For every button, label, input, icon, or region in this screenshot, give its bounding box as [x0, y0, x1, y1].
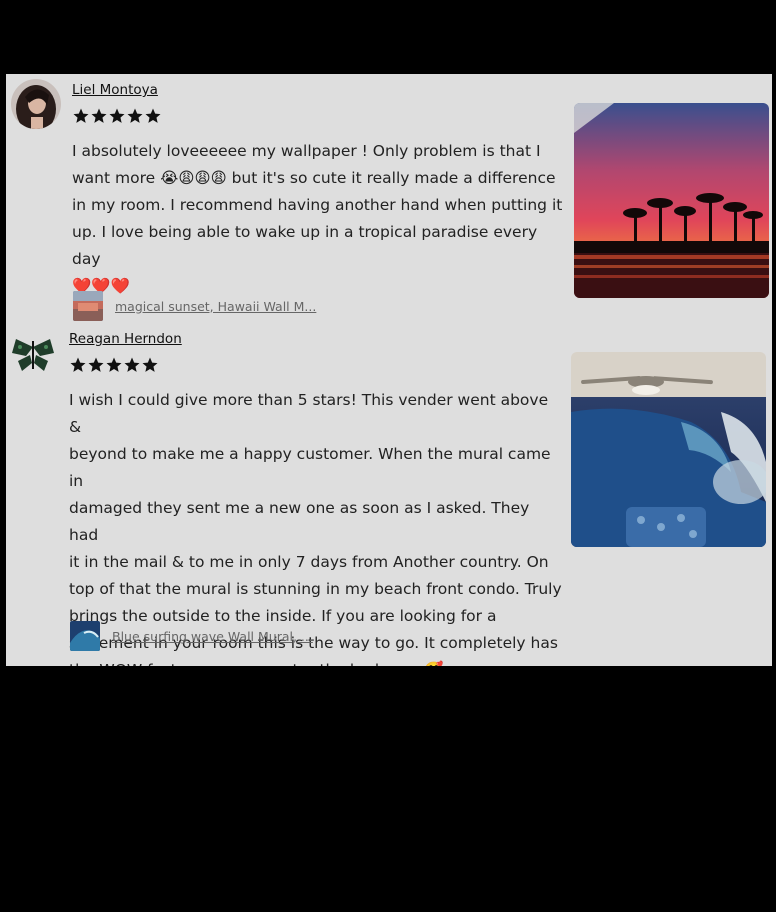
review-text-line: beyond to make me a happy customer. When…: [69, 445, 551, 490]
review-text-line: I absolutely loveeeeee my wallpaper ! On…: [72, 142, 541, 160]
star-icon: [109, 108, 125, 123]
star-icon: [91, 108, 107, 123]
reviews-panel: Liel Montoya I absolutely loveeeeee my w…: [6, 74, 772, 666]
reviewer-name[interactable]: Liel Montoya: [72, 82, 158, 98]
reviewer-avatar[interactable]: [8, 329, 58, 379]
listing-link[interactable]: Blue surfing wave Wall Mural, ...: [70, 621, 313, 651]
review-text-line: I wish I could give more than 5 stars! T…: [69, 391, 549, 436]
review-text-line: damaged they sent me a new one as soon a…: [69, 499, 530, 544]
star-icon: [142, 357, 158, 372]
star-rating: [72, 107, 162, 125]
review-card: Reagan Herndon I wish I could give more …: [6, 324, 772, 666]
reviewer-avatar[interactable]: [11, 79, 61, 129]
review-text-line: the WOW factor once you enter the bedroo…: [69, 657, 563, 666]
star-rating: [69, 356, 159, 374]
listing-title: Blue surfing wave Wall Mural, ...: [112, 628, 313, 644]
review-card: Liel Montoya I absolutely loveeeeee my w…: [6, 74, 772, 324]
listing-link[interactable]: magical sunset, Hawaii Wall M...: [73, 291, 316, 321]
reviewer-name[interactable]: Reagan Herndon: [69, 331, 182, 347]
review-text-line: it in the mail & to me in only 7 days fr…: [69, 553, 549, 571]
star-icon: [106, 357, 122, 372]
review-text: I absolutely loveeeeee my wallpaper ! On…: [72, 138, 564, 300]
review-text-line: want more 😭😩😩😩 but it's so cute it reall…: [72, 169, 556, 187]
star-icon: [70, 357, 86, 372]
star-icon: [73, 108, 89, 123]
listing-thumbnail: [73, 291, 103, 321]
star-icon: [145, 108, 161, 123]
review-text-line: in my room. I recommend having another h…: [72, 196, 563, 214]
review-photo[interactable]: [574, 103, 769, 298]
review-photo[interactable]: [571, 352, 766, 547]
review-text-line: top of that the mural is stunning in my …: [69, 580, 562, 598]
review-text-line: up. I love being able to wake up in a tr…: [72, 223, 538, 268]
star-icon: [124, 357, 140, 372]
listing-thumbnail: [70, 621, 100, 651]
star-icon: [127, 108, 143, 123]
listing-title: magical sunset, Hawaii Wall M...: [115, 298, 317, 314]
star-icon: [88, 357, 104, 372]
